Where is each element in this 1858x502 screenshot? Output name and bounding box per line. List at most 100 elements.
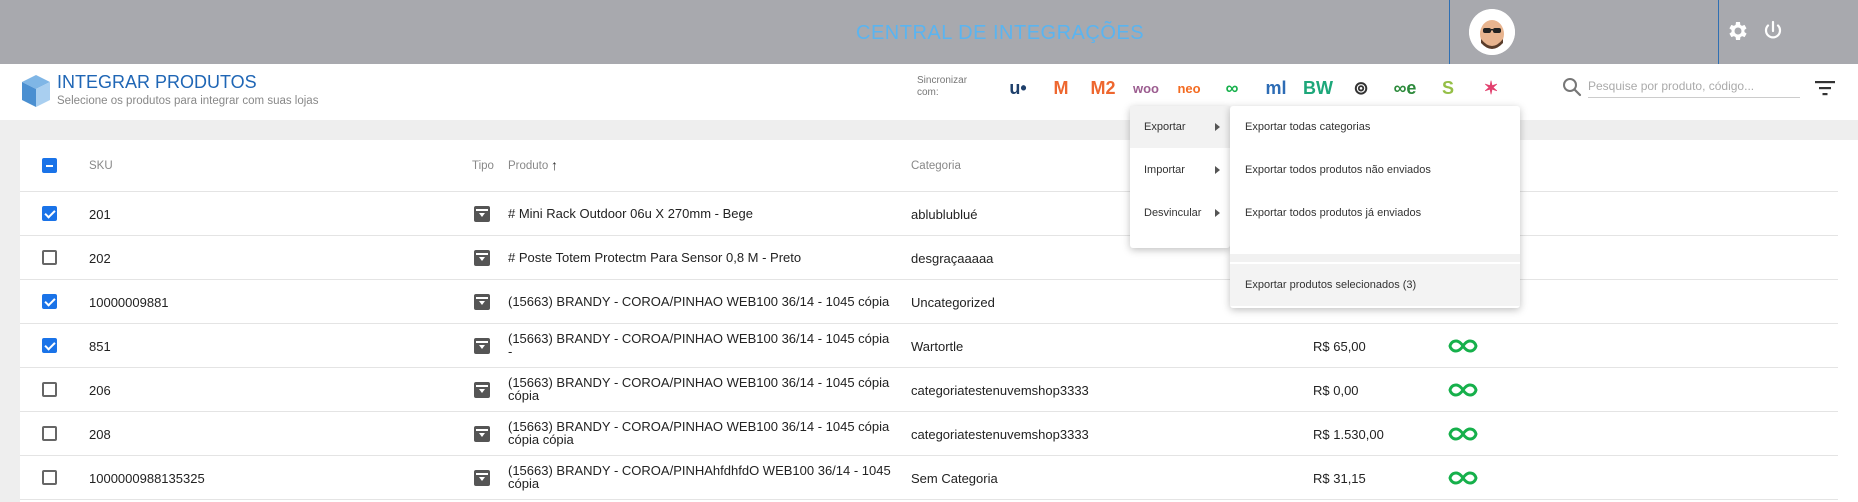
row-price: R$ 31,15: [1313, 471, 1366, 486]
row-checkbox[interactable]: [42, 338, 57, 353]
integration-mercadolivre-icon[interactable]: ml: [1261, 75, 1291, 101]
menu-item-export-option[interactable]: Exportar todos produtos não enviados: [1230, 149, 1520, 191]
box-icon: [22, 75, 50, 107]
integration-woocommerce-icon[interactable]: woo: [1131, 75, 1161, 101]
search-icon: [1563, 78, 1582, 97]
nuvemshop-infinity-icon[interactable]: [1448, 426, 1478, 442]
row-sku: 851: [89, 339, 111, 354]
app-title: CENTRAL DE INTEGRAÇÕES: [856, 22, 1145, 44]
integration-uoou-icon[interactable]: u•: [1003, 75, 1033, 101]
menu-item-export-option[interactable]: Exportar todas categorias: [1230, 106, 1520, 148]
table-row[interactable]: 10000009881 (15663) BRANDY - COROA/PINHAO…: [20, 280, 1838, 324]
product-type-icon: [474, 250, 490, 266]
row-checkbox[interactable]: [42, 382, 57, 397]
table-row[interactable]: 201 # Mini Rack Outdoor 06u X 270mm - Beg…: [20, 192, 1838, 236]
row-checkbox[interactable]: [42, 294, 57, 309]
row-product-line: # Mini Rack Outdoor 06u X 270mm - Bege: [508, 206, 753, 221]
integration-tray-icon[interactable]: ✶: [1476, 75, 1506, 101]
row-price: R$ 0,00: [1313, 383, 1359, 398]
integration-neo-icon[interactable]: neo: [1174, 75, 1204, 101]
row-category: Sem Categoria: [911, 471, 998, 486]
column-header-produto[interactable]: Produto: [508, 160, 548, 172]
table-row[interactable]: 206 (15663) BRANDY - COROA/PINHAO WEB100 …: [20, 368, 1838, 412]
search-input[interactable]: [1588, 74, 1800, 98]
table-header: SKU Tipo Produto ↑ Categoria: [20, 140, 1838, 192]
sort-arrow-icon[interactable]: ↑: [551, 157, 558, 173]
menu-item-desvincular[interactable]: Desvincular: [1130, 192, 1230, 234]
caret-right-icon: [1215, 166, 1220, 174]
row-product: (15663) BRANDY - COROA/PINHAO WEB100 36/…: [508, 332, 889, 358]
product-type-icon: [474, 338, 490, 354]
top-bar: CENTRAL DE INTEGRAÇÕES: [0, 0, 1858, 64]
row-checkbox[interactable]: [42, 250, 57, 265]
nuvemshop-infinity-icon[interactable]: [1448, 338, 1478, 354]
row-product-line: cópia: [508, 388, 540, 403]
products-table: SKU Tipo Produto ↑ Categoria 201 # Mini R…: [20, 140, 1858, 502]
menu-item-label: Importar: [1144, 164, 1185, 176]
menu-item-export-selected[interactable]: Exportar produtos selecionados (3): [1230, 264, 1520, 306]
row-sku: 10000009881: [89, 295, 169, 310]
row-product-line: cópia cópia: [508, 432, 574, 447]
row-product: (15663) BRANDY - COROA/PINHAhfdhfdO WEB1…: [508, 464, 891, 490]
table-row[interactable]: 202 # Poste Totem Protectm Para Sensor 0,…: [20, 236, 1838, 280]
menu-item-label: Exportar todos produtos já enviados: [1245, 207, 1422, 219]
table-row[interactable]: 851 (15663) BRANDY - COROA/PINHAO WEB100 …: [20, 324, 1838, 368]
menu-item-importar[interactable]: Importar: [1130, 149, 1230, 191]
row-sku: 201: [89, 207, 111, 222]
table-row[interactable]: 1000000988135325 (15663) BRANDY - COROA/P…: [20, 456, 1838, 500]
row-product-line: # Poste Totem Protectm Para Sensor 0,8 M…: [508, 250, 802, 265]
select-all-checkbox[interactable]: [42, 158, 57, 173]
column-header-tipo[interactable]: Tipo: [472, 160, 494, 172]
product-type-icon: [474, 206, 490, 222]
nuvemshop-infinity-icon[interactable]: [1448, 470, 1478, 486]
row-sku: 206: [89, 383, 111, 398]
integration-nuvemshop-icon[interactable]: ∞: [1217, 75, 1247, 101]
menu-item-label: Exportar produtos selecionados (3): [1245, 279, 1417, 291]
avatar-face-icon: [1469, 9, 1515, 55]
sync-label: Sincronizar com:: [917, 75, 968, 98]
row-sku: 1000000988135325: [89, 471, 205, 486]
row-checkbox[interactable]: [42, 206, 57, 221]
table-row[interactable]: 208 (15663) BRANDY - COROA/PINHAO WEB100 …: [20, 412, 1838, 456]
row-category: desgraçaaaaa: [911, 251, 994, 266]
export-submenu: Exportar todas categorias Exportar todos …: [1230, 106, 1520, 308]
column-header-sku[interactable]: SKU: [89, 160, 113, 172]
submenu-divider: [1230, 254, 1520, 262]
row-price: R$ 65,00: [1313, 339, 1366, 354]
integration-magento-icon[interactable]: M: [1046, 75, 1076, 101]
row-product: # Mini Rack Outdoor 06u X 270mm - Bege: [508, 207, 753, 220]
row-checkbox[interactable]: [42, 426, 57, 441]
menu-item-label: Exportar: [1144, 121, 1186, 133]
integration-loja-integrada-icon[interactable]: ⊚: [1346, 75, 1376, 101]
menu-item-label: Exportar todas categorias: [1245, 121, 1371, 133]
row-checkbox[interactable]: [42, 470, 57, 485]
row-product-line: (15663) BRANDY - COROA/PINHAO WEB100 36/…: [508, 375, 890, 390]
nuvemshop-infinity-icon[interactable]: [1448, 382, 1478, 398]
menu-item-exportar[interactable]: Exportar: [1130, 106, 1230, 148]
column-header-categoria[interactable]: Categoria: [911, 160, 961, 172]
integration-shopify-icon[interactable]: S: [1433, 75, 1463, 101]
page-title: INTEGRAR PRODUTOS: [57, 72, 257, 92]
row-product: (15663) BRANDY - COROA/PINHAO WEB100 36/…: [508, 420, 889, 446]
power-icon[interactable]: [1761, 19, 1785, 43]
avatar[interactable]: [1469, 9, 1515, 55]
caret-right-icon: [1215, 209, 1220, 217]
row-category: Uncategorized: [911, 295, 995, 310]
row-product: (15663) BRANDY - COROA/PINHAO WEB100 36/…: [508, 295, 889, 308]
row-category: ablublublué: [911, 207, 978, 222]
product-type-icon: [474, 382, 490, 398]
menu-item-export-option[interactable]: Exportar todos produtos já enviados: [1230, 192, 1520, 234]
actions-menu: Exportar Importar Desvincular: [1130, 106, 1230, 248]
topbar-divider: [1449, 0, 1450, 64]
row-product-line: (15663) BRANDY - COROA/PINHAhfdhfdO WEB1…: [508, 463, 891, 478]
integration-nuvem-commerce-icon[interactable]: ∞e: [1390, 75, 1420, 101]
integration-bw-icon[interactable]: BW: [1303, 75, 1333, 101]
row-category: categoriatestenuvemshop3333: [911, 383, 1089, 398]
integration-magento2-icon[interactable]: M2: [1088, 75, 1118, 101]
product-type-icon: [474, 426, 490, 442]
row-sku: 208: [89, 427, 111, 442]
row-category: categoriatestenuvemshop3333: [911, 427, 1089, 442]
page-subtitle: Selecione os produtos para integrar com …: [57, 95, 319, 107]
gear-icon[interactable]: [1725, 19, 1749, 43]
filter-icon[interactable]: [1814, 78, 1836, 98]
